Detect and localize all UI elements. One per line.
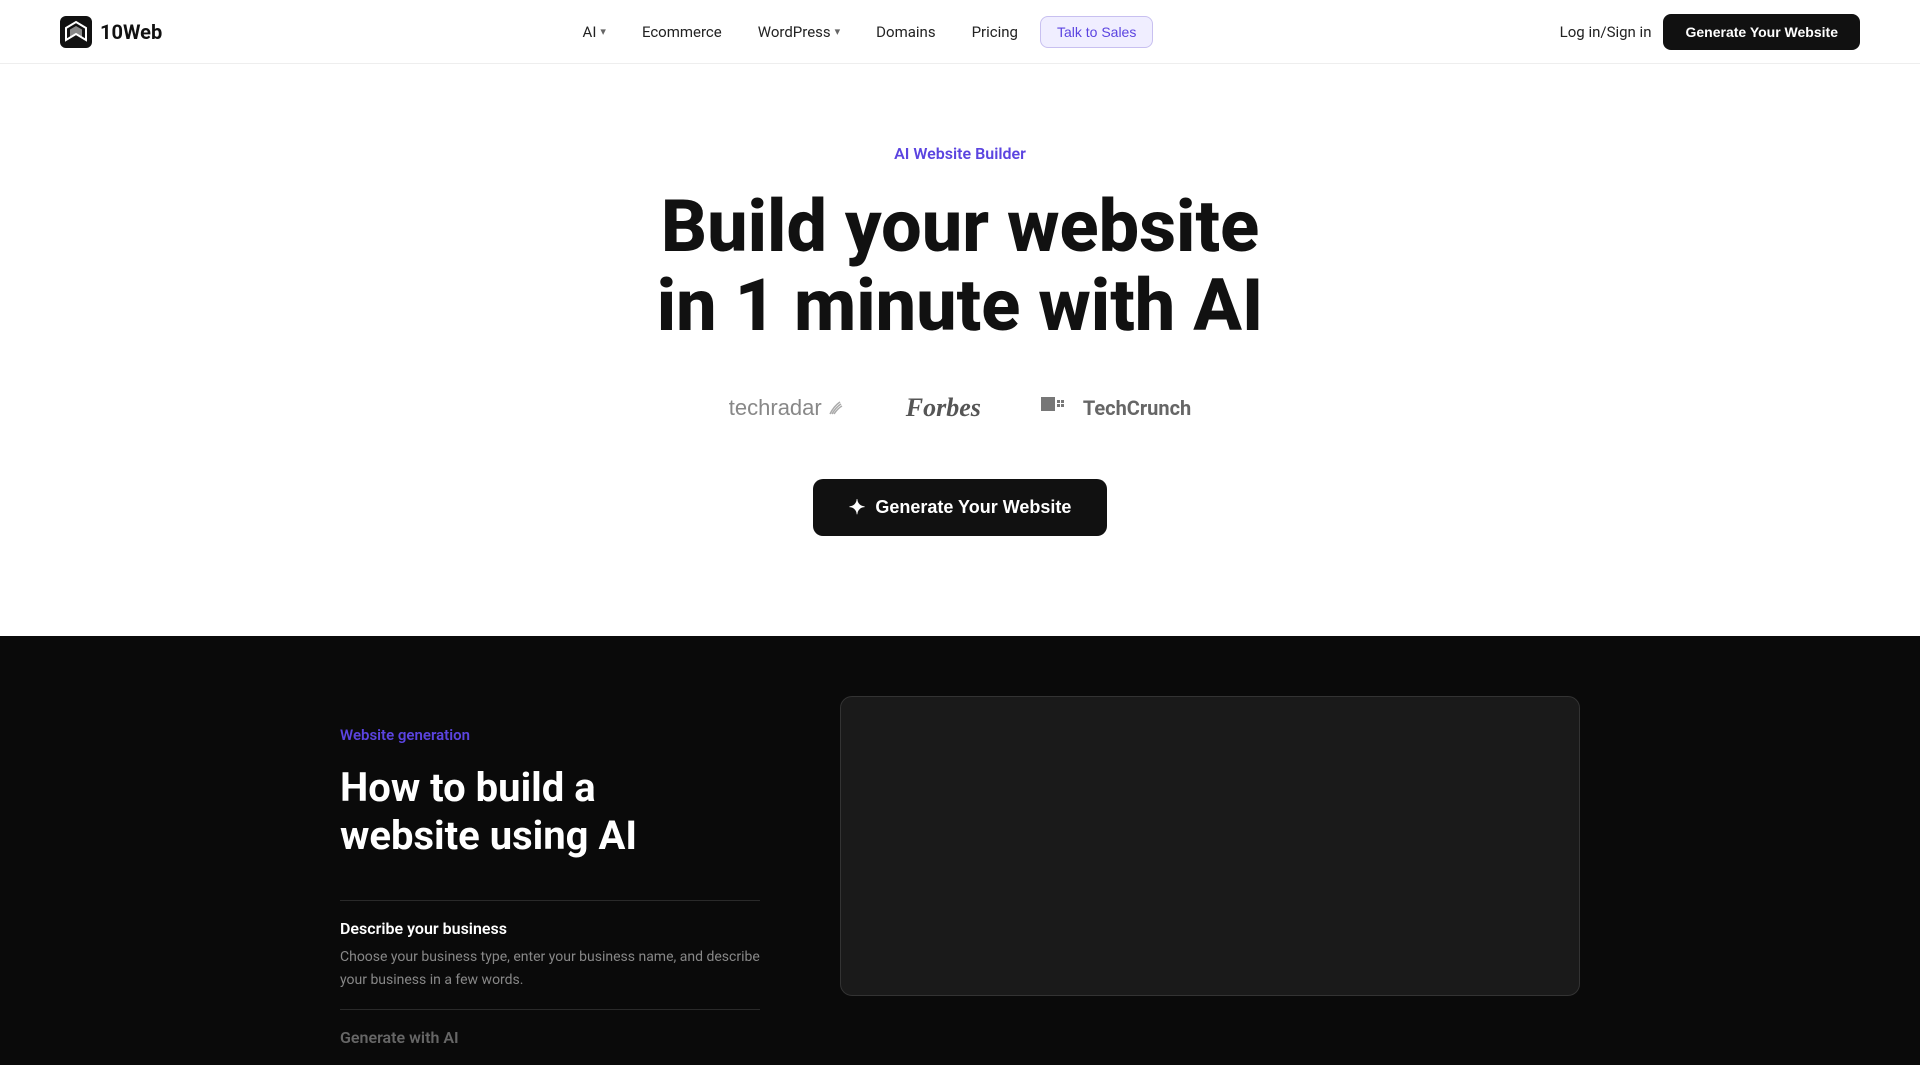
nav-generate-button[interactable]: Generate Your Website (1663, 14, 1860, 50)
forbes-logo: Forbes (906, 393, 981, 423)
nav-link-ai[interactable]: AI ▾ (569, 17, 620, 47)
logo-link[interactable]: 10Web (60, 16, 162, 48)
step-describe: Describe your business Choose your busin… (340, 900, 760, 1009)
techradar-logo: techradar (729, 395, 846, 421)
step-generate: Generate with AI (340, 1009, 760, 1065)
step-describe-desc: Choose your business type, enter your bu… (340, 946, 760, 991)
hero-generate-button[interactable]: ✦ Generate Your Website (813, 479, 1108, 536)
step-describe-title: Describe your business (340, 919, 760, 938)
sparkle-icon: ✦ (849, 495, 866, 520)
nav-link-pricing[interactable]: Pricing (958, 17, 1032, 47)
website-generation-section: Website generation How to build a websit… (0, 636, 1920, 1065)
navbar: 10Web AI ▾ Ecommerce WordPress ▾ Domains… (0, 0, 1920, 64)
techradar-signal-icon (826, 398, 846, 418)
logo-text: 10Web (100, 20, 162, 44)
generation-steps: Describe your business Choose your busin… (340, 900, 760, 1065)
logo-icon (60, 16, 92, 48)
step-generate-title: Generate with AI (340, 1028, 760, 1047)
generation-video-panel (840, 716, 1580, 1016)
nav-links: AI ▾ Ecommerce WordPress ▾ Domains Prici… (569, 16, 1154, 48)
nav-link-domains[interactable]: Domains (862, 17, 949, 47)
hero-eyebrow: AI Website Builder (894, 144, 1026, 163)
nav-link-ecommerce[interactable]: Ecommerce (628, 17, 736, 47)
generation-eyebrow: Website generation (340, 726, 760, 744)
talk-to-sales-button[interactable]: Talk to Sales (1040, 16, 1153, 48)
generation-left-panel: Website generation How to build a websit… (340, 716, 760, 1065)
hero-title: Build your website in 1 minute with AI (657, 187, 1264, 345)
generation-title: How to build a website using AI (340, 764, 760, 860)
nav-link-wordpress[interactable]: WordPress ▾ (744, 17, 854, 47)
signin-link[interactable]: Log in/Sign in (1560, 23, 1652, 41)
chevron-down-icon: ▾ (600, 25, 606, 38)
techcrunch-logo: TechCrunch (1041, 395, 1191, 421)
techcrunch-icon (1041, 395, 1077, 415)
press-logos: techradar Forbes TechCrunch (729, 393, 1191, 423)
hero-section: AI Website Builder Build your website in… (0, 64, 1920, 636)
video-placeholder (840, 696, 1580, 996)
chevron-down-icon-wp: ▾ (835, 25, 841, 38)
nav-actions: Log in/Sign in Generate Your Website (1560, 14, 1860, 50)
